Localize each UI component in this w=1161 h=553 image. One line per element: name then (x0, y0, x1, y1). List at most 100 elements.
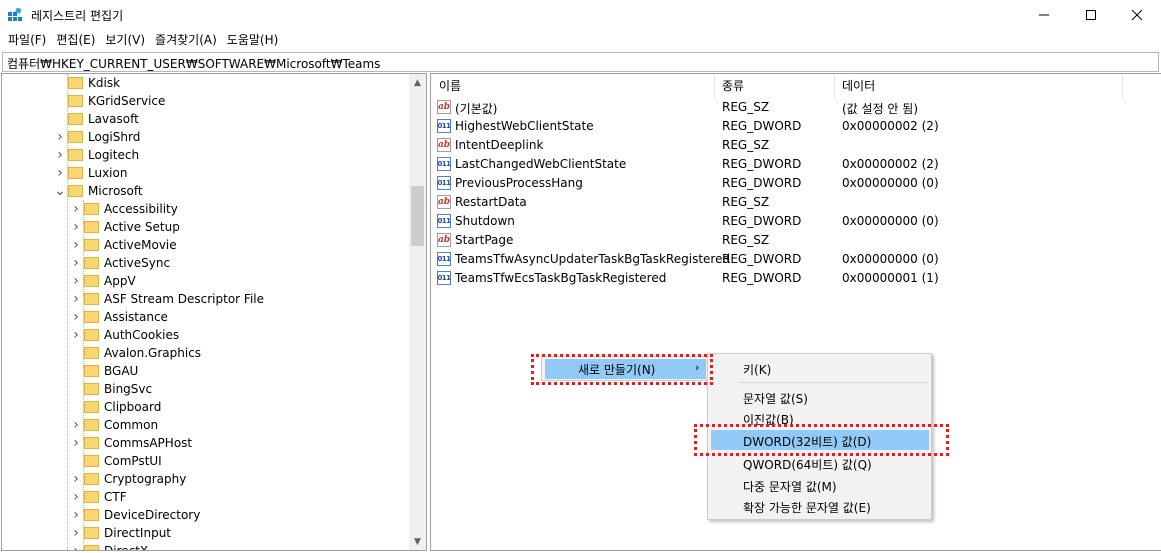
tree-item[interactable]: KGridService (2, 92, 165, 110)
value-type: REG_DWORD (722, 271, 802, 285)
maximize-button[interactable] (1068, 0, 1114, 30)
value-row[interactable]: 011 TeamsTfwAsyncUpdaterTaskBgTaskRegiste… (431, 250, 1151, 269)
tree-item[interactable]: › CTF (2, 488, 126, 506)
expand-chevron-icon[interactable]: › (70, 434, 82, 452)
tree-item[interactable]: Lavasoft (2, 110, 139, 128)
expand-chevron-icon[interactable]: › (54, 164, 66, 182)
tree-item[interactable]: › Active Setup (2, 218, 180, 236)
tree-item[interactable]: › Luxion (2, 164, 127, 182)
folder-icon (84, 365, 99, 377)
tree-item[interactable]: Clipboard (2, 398, 161, 416)
tree-item-label: BingSvc (104, 382, 153, 396)
tree-item[interactable]: › ActiveMovie (2, 236, 176, 254)
tree-item[interactable]: Avalon.Graphics (2, 344, 201, 362)
scrollbar-thumb[interactable] (411, 186, 424, 246)
tree-item[interactable]: › AuthCookies (2, 326, 179, 344)
expand-chevron-icon[interactable]: › (70, 254, 82, 272)
expand-chevron-icon[interactable]: › (70, 524, 82, 542)
menu-item-key[interactable]: 키(K) (711, 358, 929, 378)
expand-chevron-icon[interactable]: › (70, 542, 82, 550)
tree-item[interactable]: › Logitech (2, 146, 139, 164)
expand-chevron-icon[interactable]: › (70, 506, 82, 524)
tree-item[interactable]: › DirectX (2, 542, 148, 550)
minimize-button[interactable] (1021, 0, 1067, 30)
value-name: TeamsTfwEcsTaskBgTaskRegistered (455, 271, 667, 285)
tree-scrollbar[interactable]: ▲ ▼ (409, 74, 426, 550)
column-divider[interactable] (1122, 74, 1123, 98)
value-row[interactable]: ab (기본값) REG_SZ (값 설정 안 됨) (431, 98, 1151, 117)
expand-chevron-icon[interactable]: › (70, 470, 82, 488)
expand-chevron-icon[interactable]: › (54, 146, 66, 164)
tree-item[interactable]: › AppV (2, 272, 135, 290)
tree-item[interactable]: › ASF Stream Descriptor File (2, 290, 264, 308)
value-row[interactable]: 011 TeamsTfwEcsTaskBgTaskRegistered REG_DW… (431, 269, 1151, 288)
tree-item[interactable]: BGAU (2, 362, 138, 380)
value-row[interactable]: 011 LastChangedWebClientState REG_DWORD 0x0… (431, 155, 1151, 174)
menu-item-binary-value[interactable]: 이진값(B) (711, 408, 929, 428)
value-row[interactable]: 011 PreviousProcessHang REG_DWORD 0x0000000… (431, 174, 1151, 193)
menu-file[interactable]: 파일(F) (0, 30, 51, 51)
value-row[interactable]: 011 Shutdown REG_DWORD 0x00000000 (0) (431, 212, 1151, 231)
column-header-data[interactable]: 데이터 (834, 74, 1124, 98)
column-header-type[interactable]: 종류 (714, 74, 834, 98)
tree-item[interactable]: › Cryptography (2, 470, 186, 488)
scroll-up-arrow-icon[interactable]: ▲ (409, 74, 426, 91)
expand-chevron-icon[interactable]: › (70, 200, 82, 218)
value-row[interactable]: ab RestartData REG_SZ (431, 193, 1151, 212)
expand-chevron-icon[interactable]: › (70, 272, 82, 290)
tree-item[interactable]: ⌄ Microsoft (2, 182, 142, 200)
value-type: REG_SZ (722, 233, 770, 247)
tree-item-label: Luxion (88, 166, 128, 180)
tree-item[interactable]: ComPstUI (2, 452, 162, 470)
folder-icon (84, 473, 99, 485)
expand-chevron-icon[interactable]: › (70, 416, 82, 434)
tree-item[interactable]: › Common (2, 416, 158, 434)
expand-chevron-icon[interactable]: › (70, 218, 82, 236)
menu-item-string-value[interactable]: 문자열 값(S) (711, 387, 929, 407)
dword-value-icon: 011 (437, 252, 451, 266)
tree-item-label: Lavasoft (88, 112, 139, 126)
tree-item[interactable]: › DirectInput (2, 524, 171, 542)
folder-icon (84, 455, 99, 467)
value-row[interactable]: ab IntentDeeplink REG_SZ (431, 136, 1151, 155)
tree-item[interactable]: › LogiShrd (2, 128, 140, 146)
tree-item[interactable]: › ActiveSync (2, 254, 170, 272)
value-row[interactable]: ab StartPage REG_SZ (431, 231, 1151, 250)
menu-view[interactable]: 보기(V) (100, 30, 150, 51)
value-type: REG_DWORD (722, 252, 802, 266)
folder-icon (68, 95, 83, 107)
tree-item-label: Cryptography (104, 472, 187, 486)
folder-icon (68, 185, 83, 197)
expand-chevron-icon[interactable]: › (70, 326, 82, 344)
menu-item-qword-value[interactable]: QWORD(64비트) 값(Q) (711, 453, 929, 473)
tree-item[interactable]: › DeviceDirectory (2, 506, 200, 524)
minimize-icon (1039, 14, 1049, 16)
menu-item-expandable-string-value[interactable]: 확장 가능한 문자열 값(E) (711, 496, 929, 516)
close-button[interactable] (1114, 0, 1160, 30)
menu-edit[interactable]: 편집(E) (51, 30, 100, 51)
tree-item[interactable]: › Accessibility (2, 200, 178, 218)
collapse-chevron-icon[interactable]: ⌄ (54, 182, 66, 200)
menu-item-dword-value[interactable]: DWORD(32비트) 값(D) (711, 430, 929, 450)
folder-icon (68, 149, 83, 161)
expand-chevron-icon[interactable]: › (70, 308, 82, 326)
key-tree-pane[interactable]: Kdisk KGridService Lavasoft › LogiShrd › Logit… (1, 73, 427, 551)
expand-chevron-icon[interactable]: › (54, 128, 66, 146)
folder-icon (68, 113, 83, 125)
tree-item[interactable]: › CommsAPHost (2, 434, 192, 452)
menu-help[interactable]: 도움말(H) (222, 30, 284, 51)
tree-item[interactable]: BingSvc (2, 380, 152, 398)
address-path: 컴퓨터₩HKEY_CURRENT_USER₩SOFTWARE₩Microsoft… (7, 57, 381, 71)
tree-item-label: Kdisk (88, 76, 121, 90)
expand-chevron-icon[interactable]: › (70, 488, 82, 506)
column-header-name[interactable]: 이름 (431, 74, 716, 98)
tree-item[interactable]: › Assistance (2, 308, 168, 326)
value-row[interactable]: 011 HighestWebClientState REG_DWORD 0x00000… (431, 117, 1151, 136)
menu-favorites[interactable]: 즐겨찾기(A) (150, 30, 222, 51)
address-bar[interactable]: 컴퓨터₩HKEY_CURRENT_USER₩SOFTWARE₩Microsoft… (2, 52, 1159, 72)
expand-chevron-icon[interactable]: › (70, 290, 82, 308)
expand-chevron-icon[interactable]: › (70, 236, 82, 254)
tree-item[interactable]: Kdisk (2, 74, 120, 92)
scroll-down-arrow-icon[interactable]: ▼ (409, 533, 426, 550)
menu-item-multi-string-value[interactable]: 다중 문자열 값(M) (711, 475, 929, 495)
